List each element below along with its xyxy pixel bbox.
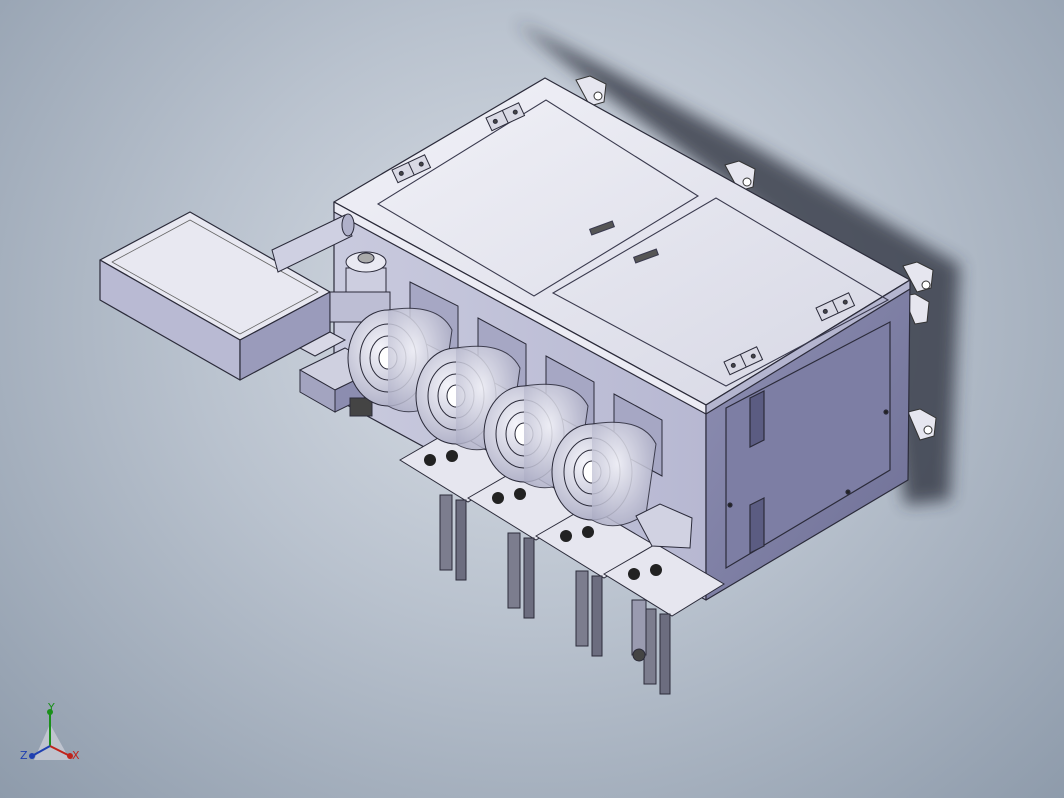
- control-box: [99, 211, 331, 381]
- cad-model[interactable]: [0, 0, 1064, 798]
- axis-z-label: Z: [20, 749, 28, 762]
- view-triad[interactable]: Y X Z: [18, 702, 88, 772]
- graphics-viewport[interactable]: Y X Z: [0, 0, 1064, 798]
- axis-y-label: Y: [48, 701, 55, 714]
- axis-x-label: X: [72, 749, 80, 762]
